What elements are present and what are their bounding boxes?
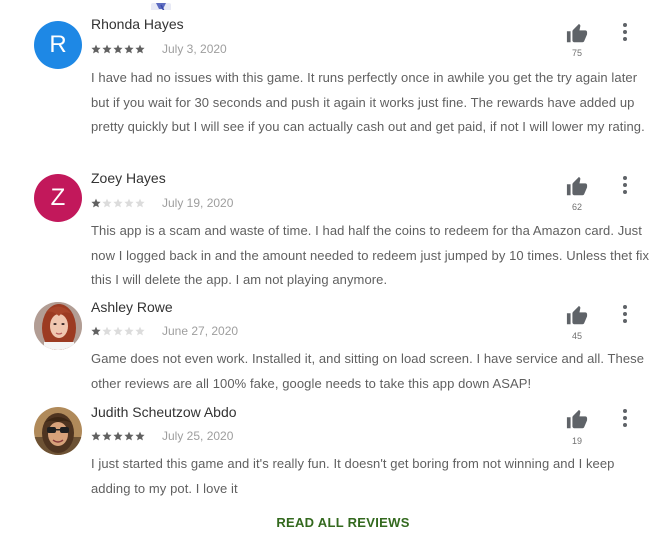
star-icon xyxy=(91,44,101,54)
star-rating xyxy=(91,326,145,336)
avatar-letter: Z xyxy=(50,184,66,211)
more-vert-icon[interactable] xyxy=(614,21,636,43)
star-icon xyxy=(113,198,123,208)
clipped-icon xyxy=(150,0,172,10)
reviewer-name: Rhonda Hayes xyxy=(91,16,184,32)
reviewer-name: Judith Scheutzow Abdo xyxy=(91,404,237,420)
star-rating xyxy=(91,431,145,441)
review-text: I have had no issues with this game. It … xyxy=(91,70,645,134)
review-text: I just started this game and it's really… xyxy=(91,456,615,496)
reviewer-name: Ashley Rowe xyxy=(91,299,173,315)
star-icon xyxy=(102,431,112,441)
star-icon xyxy=(102,44,112,54)
thumb-up-icon[interactable] xyxy=(565,409,589,431)
star-icon xyxy=(91,198,101,208)
helpful-count: 75 xyxy=(571,48,582,58)
star-icon xyxy=(91,326,101,336)
reviewer-name: Zoey Hayes xyxy=(91,170,166,186)
helpful-count: 45 xyxy=(571,331,582,341)
thumb-up-icon[interactable] xyxy=(565,176,589,198)
avatar xyxy=(34,302,82,350)
star-icon xyxy=(102,198,112,208)
star-rating xyxy=(91,44,145,54)
star-icon xyxy=(124,431,134,441)
read-all-reviews-link[interactable]: READ ALL REVIEWS xyxy=(0,515,658,530)
star-icon xyxy=(135,44,145,54)
star-rating xyxy=(91,198,145,208)
more-vert-icon[interactable] xyxy=(614,303,636,325)
star-icon xyxy=(113,431,123,441)
review-date: July 19, 2020 xyxy=(162,196,234,210)
star-icon xyxy=(124,44,134,54)
star-icon xyxy=(102,326,112,336)
thumb-up-icon[interactable] xyxy=(565,23,589,45)
avatar xyxy=(34,407,82,455)
review-date: June 27, 2020 xyxy=(162,324,239,338)
avatar-letter: R xyxy=(49,31,67,58)
star-icon xyxy=(113,326,123,336)
star-icon xyxy=(135,431,145,441)
star-icon xyxy=(124,198,134,208)
review-date: July 3, 2020 xyxy=(162,42,227,56)
star-icon xyxy=(135,326,145,336)
helpful-count: 62 xyxy=(571,202,582,212)
thumb-up-icon[interactable] xyxy=(565,305,589,327)
star-icon xyxy=(135,198,145,208)
star-icon xyxy=(113,44,123,54)
review-text: This app is a scam and waste of time. I … xyxy=(91,223,650,287)
avatar: Z xyxy=(34,174,82,222)
star-icon xyxy=(91,431,101,441)
helpful-count: 19 xyxy=(571,436,582,446)
review-date: July 25, 2020 xyxy=(162,429,234,443)
review-text: Game does not even work. Installed it, a… xyxy=(91,351,645,391)
avatar: R xyxy=(34,21,82,69)
more-vert-icon[interactable] xyxy=(614,174,636,196)
more-vert-icon[interactable] xyxy=(614,407,636,429)
star-icon xyxy=(124,326,134,336)
